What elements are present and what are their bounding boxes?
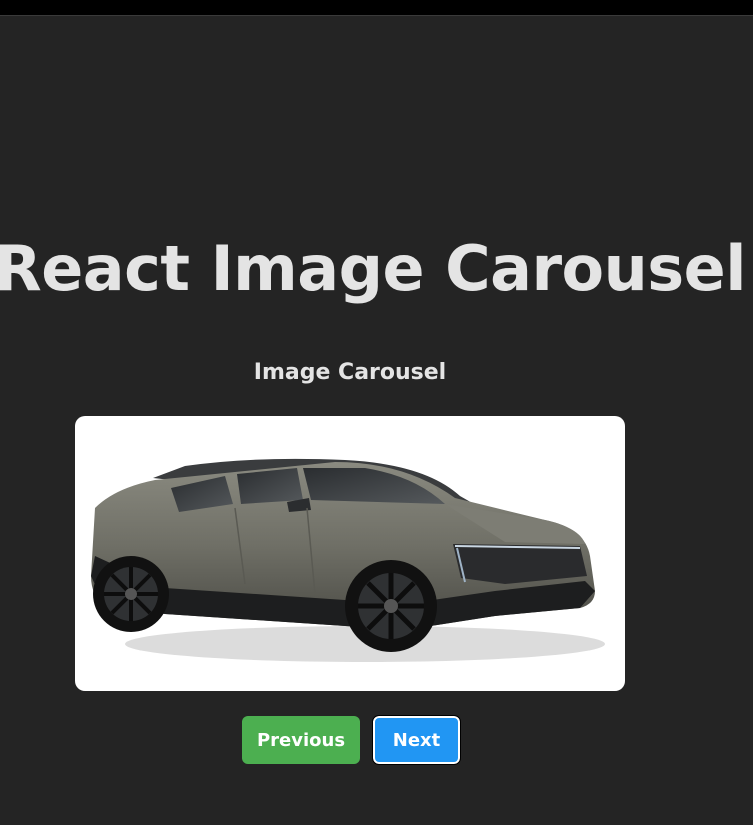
carousel-heading: Image Carousel bbox=[253, 360, 447, 385]
page-title: React Image Carousel bbox=[0, 232, 746, 305]
browser-top-bar bbox=[0, 0, 753, 16]
car-image-icon bbox=[91, 458, 605, 662]
carousel-image bbox=[75, 416, 625, 691]
next-button[interactable]: Next bbox=[372, 715, 461, 765]
previous-button[interactable]: Previous bbox=[242, 716, 360, 764]
